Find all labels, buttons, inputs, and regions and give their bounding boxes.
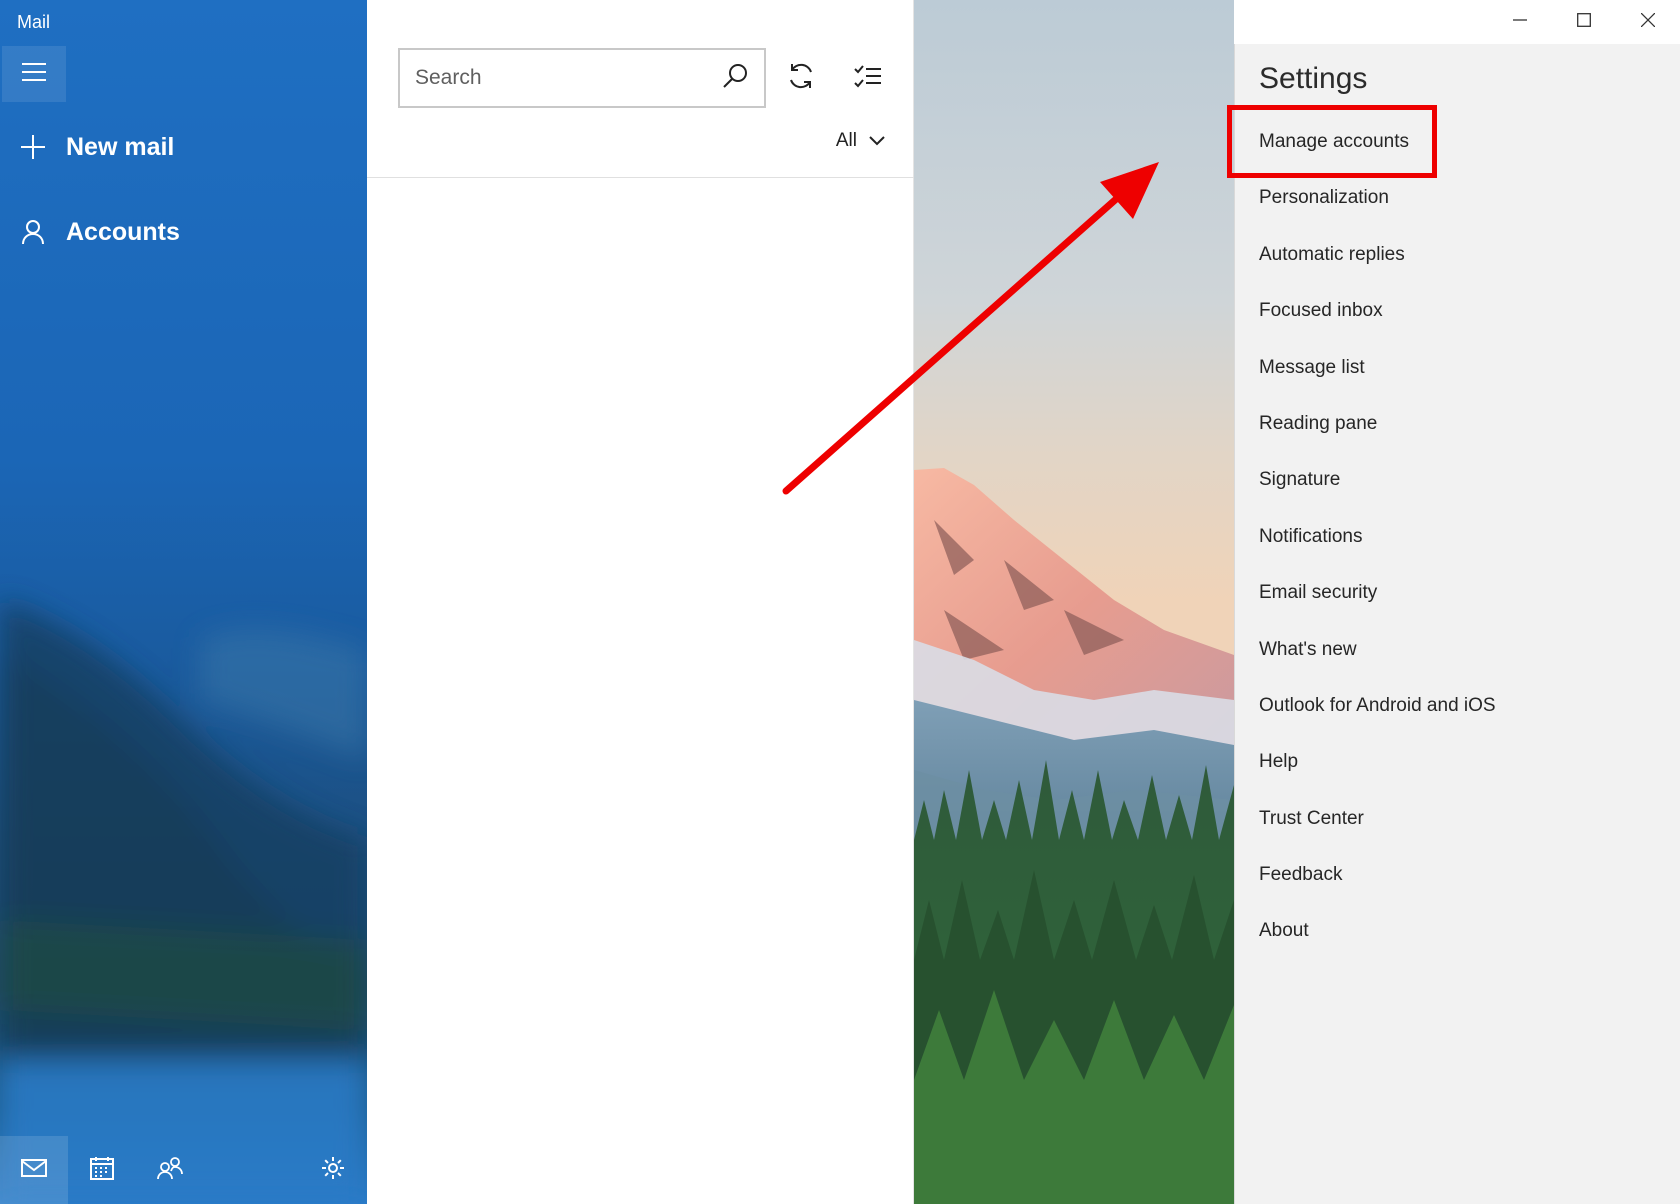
select-mode-icon <box>854 64 882 93</box>
nav-background-image <box>0 600 367 1204</box>
close-button[interactable] <box>1616 0 1680 44</box>
filter-label: All <box>835 130 857 151</box>
person-icon <box>0 219 66 245</box>
window-caption-buttons <box>1488 0 1680 44</box>
sync-button[interactable] <box>775 52 827 104</box>
settings-title: Settings <box>1259 62 1368 95</box>
settings-item-trust-center[interactable]: Trust Center <box>1235 791 1680 847</box>
settings-item-whats-new[interactable]: What's new <box>1235 622 1680 678</box>
filter-dropdown[interactable]: All <box>836 130 885 152</box>
settings-item-about[interactable]: About <box>1235 903 1680 959</box>
new-mail-label: New mail <box>66 132 175 161</box>
navigation-pane: Mail New mail Accounts <box>0 0 367 1204</box>
new-mail-button[interactable]: New mail <box>0 115 367 179</box>
minimize-icon <box>1513 13 1527 32</box>
message-list-pane: All <box>367 0 914 1204</box>
calendar-icon <box>90 1156 114 1185</box>
settings-item-focused-inbox[interactable]: Focused inbox <box>1235 283 1680 339</box>
maximize-button[interactable] <box>1552 0 1616 44</box>
selection-mode-button[interactable] <box>842 52 894 104</box>
maximize-icon <box>1577 12 1591 32</box>
settings-item-reading-pane[interactable]: Reading pane <box>1235 396 1680 452</box>
hamburger-icon <box>21 62 47 87</box>
sync-icon <box>787 62 815 95</box>
close-icon <box>1640 12 1656 32</box>
chevron-down-icon <box>869 130 885 152</box>
people-switch-button[interactable] <box>136 1136 204 1204</box>
mail-switch-button[interactable] <box>0 1136 68 1204</box>
plus-icon <box>0 134 66 160</box>
mountain-landscape-image <box>914 0 1234 1204</box>
list-divider <box>367 177 914 178</box>
settings-item-notifications[interactable]: Notifications <box>1235 509 1680 565</box>
settings-item-outlook-mobile[interactable]: Outlook for Android and iOS <box>1235 678 1680 734</box>
settings-item-feedback[interactable]: Feedback <box>1235 847 1680 903</box>
settings-item-message-list[interactable]: Message list <box>1235 340 1680 396</box>
settings-flyout: Settings Manage accounts Personalization… <box>1234 44 1680 1204</box>
people-icon <box>157 1156 183 1185</box>
minimize-button[interactable] <box>1488 0 1552 44</box>
accounts-label: Accounts <box>66 217 180 246</box>
accounts-button[interactable]: Accounts <box>0 200 367 264</box>
nav-bottom-bar <box>0 1136 367 1204</box>
settings-button[interactable] <box>299 1136 367 1204</box>
search-icon <box>722 63 748 94</box>
settings-item-personalization[interactable]: Personalization <box>1235 170 1680 226</box>
calendar-switch-button[interactable] <box>68 1136 136 1204</box>
search-input[interactable] <box>400 66 706 90</box>
settings-menu: Manage accounts Personalization Automati… <box>1235 114 1680 960</box>
search-button[interactable] <box>706 50 764 106</box>
mail-icon <box>21 1158 47 1183</box>
settings-item-signature[interactable]: Signature <box>1235 452 1680 508</box>
settings-item-manage-accounts[interactable]: Manage accounts <box>1235 114 1680 170</box>
hamburger-menu-button[interactable] <box>2 46 66 102</box>
settings-item-email-security[interactable]: Email security <box>1235 565 1680 621</box>
reading-pane-background <box>914 0 1234 1204</box>
gear-icon <box>321 1156 345 1185</box>
app-title: Mail <box>17 12 51 32</box>
settings-item-automatic-replies[interactable]: Automatic replies <box>1235 227 1680 283</box>
search-box <box>398 48 766 108</box>
settings-item-help[interactable]: Help <box>1235 734 1680 790</box>
